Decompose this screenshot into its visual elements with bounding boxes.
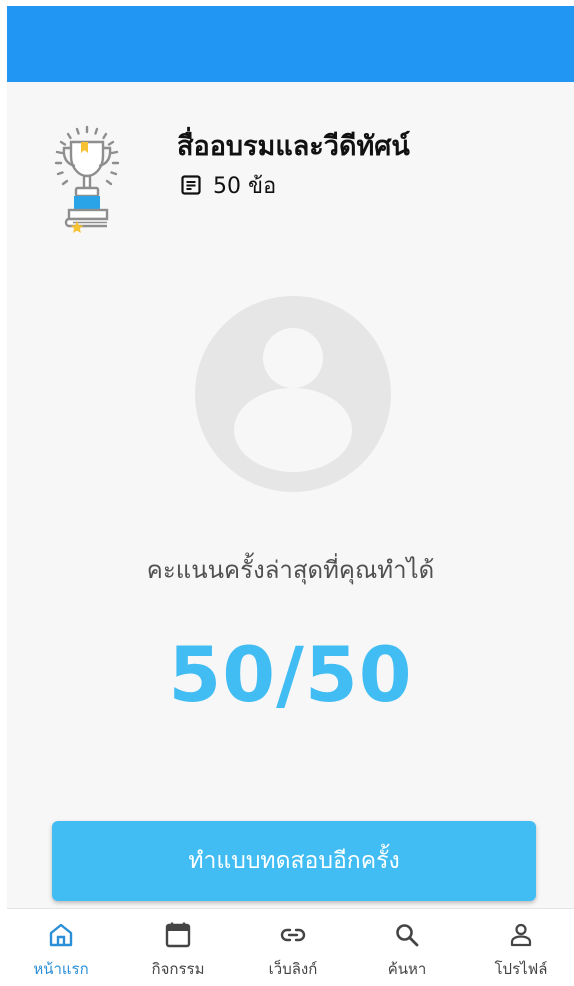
nav-item-weblinks[interactable]: เว็บลิงก์ xyxy=(243,909,343,986)
nav-item-profile[interactable]: โปรไฟล์ xyxy=(471,909,571,986)
link-icon xyxy=(280,928,306,942)
nav-item-search[interactable]: ค้นหา xyxy=(357,909,457,986)
last-score-label: คะแนนครั้งล่าสุดที่คุณทำได้ xyxy=(146,556,435,584)
retry-quiz-button[interactable]: ทำแบบทดสอบอีกครั้ง xyxy=(52,821,536,901)
quiz-result-panel: สื่ออบรมและวีดีทัศน์ 50 ข้อ คะแนนครั้งล่… xyxy=(7,82,574,908)
question-count: 50 ข้อ xyxy=(179,170,276,200)
app-bar xyxy=(7,6,574,82)
nav-label-activities: กิจกรรม xyxy=(151,960,205,978)
nav-item-home[interactable]: หน้าแรก xyxy=(11,909,111,986)
quiz-header: สื่ออบรมและวีดีทัศน์ 50 ข้อ xyxy=(7,82,574,242)
home-icon xyxy=(49,923,73,947)
bottom-navigation: หน้าแรก กิจกรรม เว็บลิงก์ ค้นหา โปรไฟล์ xyxy=(7,908,574,986)
nav-item-activities[interactable]: กิจกรรม xyxy=(128,909,228,986)
calendar-icon xyxy=(165,922,191,948)
person-icon xyxy=(510,923,532,947)
quiz-title: สื่ออบรมและวีดีทัศน์ xyxy=(177,131,410,162)
document-list-icon xyxy=(181,175,201,195)
nav-label-home: หน้าแรก xyxy=(33,960,89,978)
avatar xyxy=(195,296,391,492)
search-icon xyxy=(396,924,419,947)
score-value: 50/50 xyxy=(168,630,413,719)
question-count-label: 50 ข้อ xyxy=(213,173,277,199)
nav-label-search: ค้นหา xyxy=(387,960,427,978)
trophy-icon xyxy=(54,125,120,233)
nav-label-profile: โปรไฟล์ xyxy=(494,960,548,978)
nav-label-weblinks: เว็บลิงก์ xyxy=(268,960,318,978)
